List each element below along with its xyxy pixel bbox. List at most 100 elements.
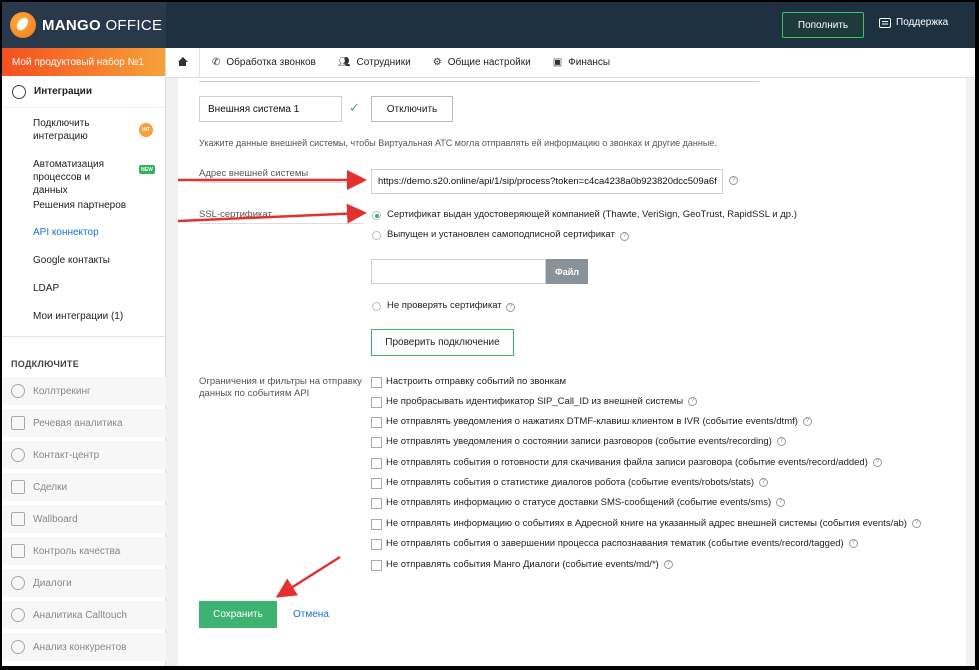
help-icon[interactable]: ? xyxy=(848,538,858,548)
form-hint: Укажите данные внешней системы, чтобы Ви… xyxy=(199,138,717,148)
help-icon[interactable]: ? xyxy=(802,416,812,426)
sidebar-item-contact-center[interactable]: Контакт-центр xyxy=(2,441,166,469)
filter-checkbox[interactable] xyxy=(371,437,382,448)
connect-heading: ПОДКЛЮЧИТЕ xyxy=(11,359,80,369)
sidebar-item-dialogs[interactable]: Диалоги xyxy=(2,569,166,597)
sidebar-item-quality-control[interactable]: Контроль качества xyxy=(2,537,166,565)
phone-icon xyxy=(11,384,25,398)
users-icon: 👥︎ xyxy=(337,57,351,68)
logo[interactable]: MANGO OFFICE xyxy=(2,2,166,48)
filter-label: Не отправлять события о готовности для с… xyxy=(386,457,882,468)
tab-employees[interactable]: 👥︎ Сотрудники xyxy=(338,57,411,68)
logo-text-light: OFFICE xyxy=(101,16,163,34)
help-icon[interactable]: ? xyxy=(776,497,786,507)
filter-checkbox[interactable] xyxy=(371,377,382,388)
help-icon[interactable]: ? xyxy=(688,396,698,406)
headset-icon xyxy=(11,448,25,462)
sidebar-item-speech-analytics[interactable]: Речевая аналитика xyxy=(2,409,166,437)
divider xyxy=(2,336,166,337)
home-icon xyxy=(177,57,188,66)
save-button[interactable]: Сохранить xyxy=(199,601,277,628)
product-set-banner[interactable]: Мой продуктовый набор №1 xyxy=(2,48,165,76)
filter-label: Настроить отправку событий по звонкам xyxy=(386,376,566,387)
support-label: Поддержка xyxy=(896,17,949,28)
document-check-icon xyxy=(11,544,25,558)
ssl-option-ca-radio[interactable] xyxy=(372,211,381,220)
ssl-label: SSL-сертификат xyxy=(199,209,272,220)
ssl-option-selfsigned-radio[interactable] xyxy=(372,231,381,240)
filter-checkbox[interactable] xyxy=(371,560,382,571)
ssl-option-noverify-radio[interactable] xyxy=(372,302,381,311)
main-content: Внешняя система 1 ✓ Отключить Укажите да… xyxy=(178,78,966,666)
help-icon[interactable]: ? xyxy=(506,303,515,312)
filter-label: Не отправлять события о завершении проце… xyxy=(386,538,858,549)
help-icon[interactable]: ? xyxy=(872,457,882,467)
address-input[interactable]: https://demo.s20.online/api/1/sip/proces… xyxy=(371,169,723,194)
sidebar-item-google-contacts[interactable]: Google контакты xyxy=(2,254,110,267)
ssl-option-selfsigned-label: Выпущен и установлен самоподписной серти… xyxy=(387,229,615,240)
sidebar-item-calltouch[interactable]: Аналитика Calltouch xyxy=(2,601,166,629)
support-link[interactable]: Поддержка xyxy=(879,17,948,28)
sidebar-item-deals[interactable]: Сделки xyxy=(2,473,166,501)
checkmark-icon: ✓ xyxy=(349,100,360,115)
wallet-icon: ▣ xyxy=(552,57,563,68)
ssl-option-noverify-label: Не проверять сертификат xyxy=(387,300,502,311)
filter-label: Не отправлять уведомления о состоянии за… xyxy=(386,436,786,447)
tab-call-handling[interactable]: ✆ Обработка звонков xyxy=(212,57,316,68)
filter-checkbox[interactable] xyxy=(371,539,382,550)
help-icon[interactable]: ? xyxy=(620,232,629,241)
certificate-file-input[interactable] xyxy=(371,259,546,284)
filter-checkbox[interactable] xyxy=(371,458,382,469)
sidebar-item-connect-integration[interactable]: Подключить интеграцию xyxy=(2,117,142,143)
cancel-link[interactable]: Отмена xyxy=(293,609,329,620)
hit-badge: HIT xyxy=(139,123,153,137)
top-nav: ✆ Обработка звонков 👥︎ Сотрудники ⚙ Общие н… xyxy=(166,47,975,78)
help-icon[interactable]: ? xyxy=(729,176,738,185)
help-icon[interactable]: ? xyxy=(759,477,769,487)
sidebar-section-integrations[interactable]: Интеграции xyxy=(2,76,165,108)
ssl-option-ca-label: Сертификат выдан удостоверяющей компание… xyxy=(387,209,797,220)
integrations-icon xyxy=(12,84,26,99)
filter-label: Не отправлять информацию о событиях в Ад… xyxy=(386,518,921,529)
filter-checkbox[interactable] xyxy=(371,519,382,530)
divider xyxy=(199,223,364,224)
tab-general-settings[interactable]: ⚙ Общие настройки xyxy=(433,57,531,68)
filter-checkbox[interactable] xyxy=(371,397,382,408)
filter-label: Не пробрасывать идентификатор SIP_Call_I… xyxy=(386,396,698,407)
filters-label: Ограничения и фильтры на отправку данных… xyxy=(199,376,362,399)
address-label: Адрес внешней системы xyxy=(199,168,309,179)
sidebar-item-ldap[interactable]: LDAP xyxy=(2,282,59,295)
calltouch-icon xyxy=(11,608,25,622)
app-window: MANGO OFFICE Пополнить Поддержка Мой про… xyxy=(2,2,975,666)
sidebar-item-my-integrations[interactable]: Мои интеграции (1) xyxy=(2,310,123,323)
filter-checkbox[interactable] xyxy=(371,498,382,509)
sidebar-item-competitor-analysis[interactable]: Анализ конкурентов xyxy=(2,633,166,661)
binoculars-icon xyxy=(11,640,25,654)
new-badge: NEW xyxy=(139,165,155,174)
filter-checkbox[interactable] xyxy=(371,417,382,428)
topup-button[interactable]: Пополнить xyxy=(782,12,864,38)
filter-label: Не отправлять информацию о статусе доста… xyxy=(386,497,786,508)
file-button[interactable]: Файл xyxy=(546,259,588,284)
help-icon[interactable]: ? xyxy=(776,436,786,446)
filter-checkbox[interactable] xyxy=(371,478,382,489)
sidebar-item-partners[interactable]: Решения партнеров xyxy=(2,199,126,212)
sidebar-item-calltracking[interactable]: Коллтрекинг xyxy=(2,377,166,405)
sidebar-item-wallboard[interactable]: Wallboard xyxy=(2,505,166,533)
chat-bubble-icon xyxy=(11,576,25,590)
divider xyxy=(199,81,759,82)
disable-button[interactable]: Отключить xyxy=(371,96,453,122)
chat-icon xyxy=(879,17,891,28)
filter-label: Не отправлять события Манго Диалоги (соб… xyxy=(386,559,673,570)
system-name-field[interactable]: Внешняя система 1 xyxy=(199,96,342,122)
logo-text-bold: MANGO xyxy=(42,16,101,34)
help-icon[interactable]: ? xyxy=(663,559,673,569)
help-icon[interactable]: ? xyxy=(911,518,921,528)
sidebar: Мой продуктовый набор №1 Интеграции Подк… xyxy=(2,48,166,666)
mango-logo-icon xyxy=(10,12,36,38)
sidebar-item-automation[interactable]: Автоматизация процессов и данных xyxy=(2,158,107,197)
verify-connection-button[interactable]: Проверить подключение xyxy=(371,329,514,356)
tab-finance[interactable]: ▣ Финансы xyxy=(553,57,610,68)
sidebar-item-api-connector[interactable]: API коннектор xyxy=(2,226,99,239)
home-button[interactable] xyxy=(166,47,200,78)
